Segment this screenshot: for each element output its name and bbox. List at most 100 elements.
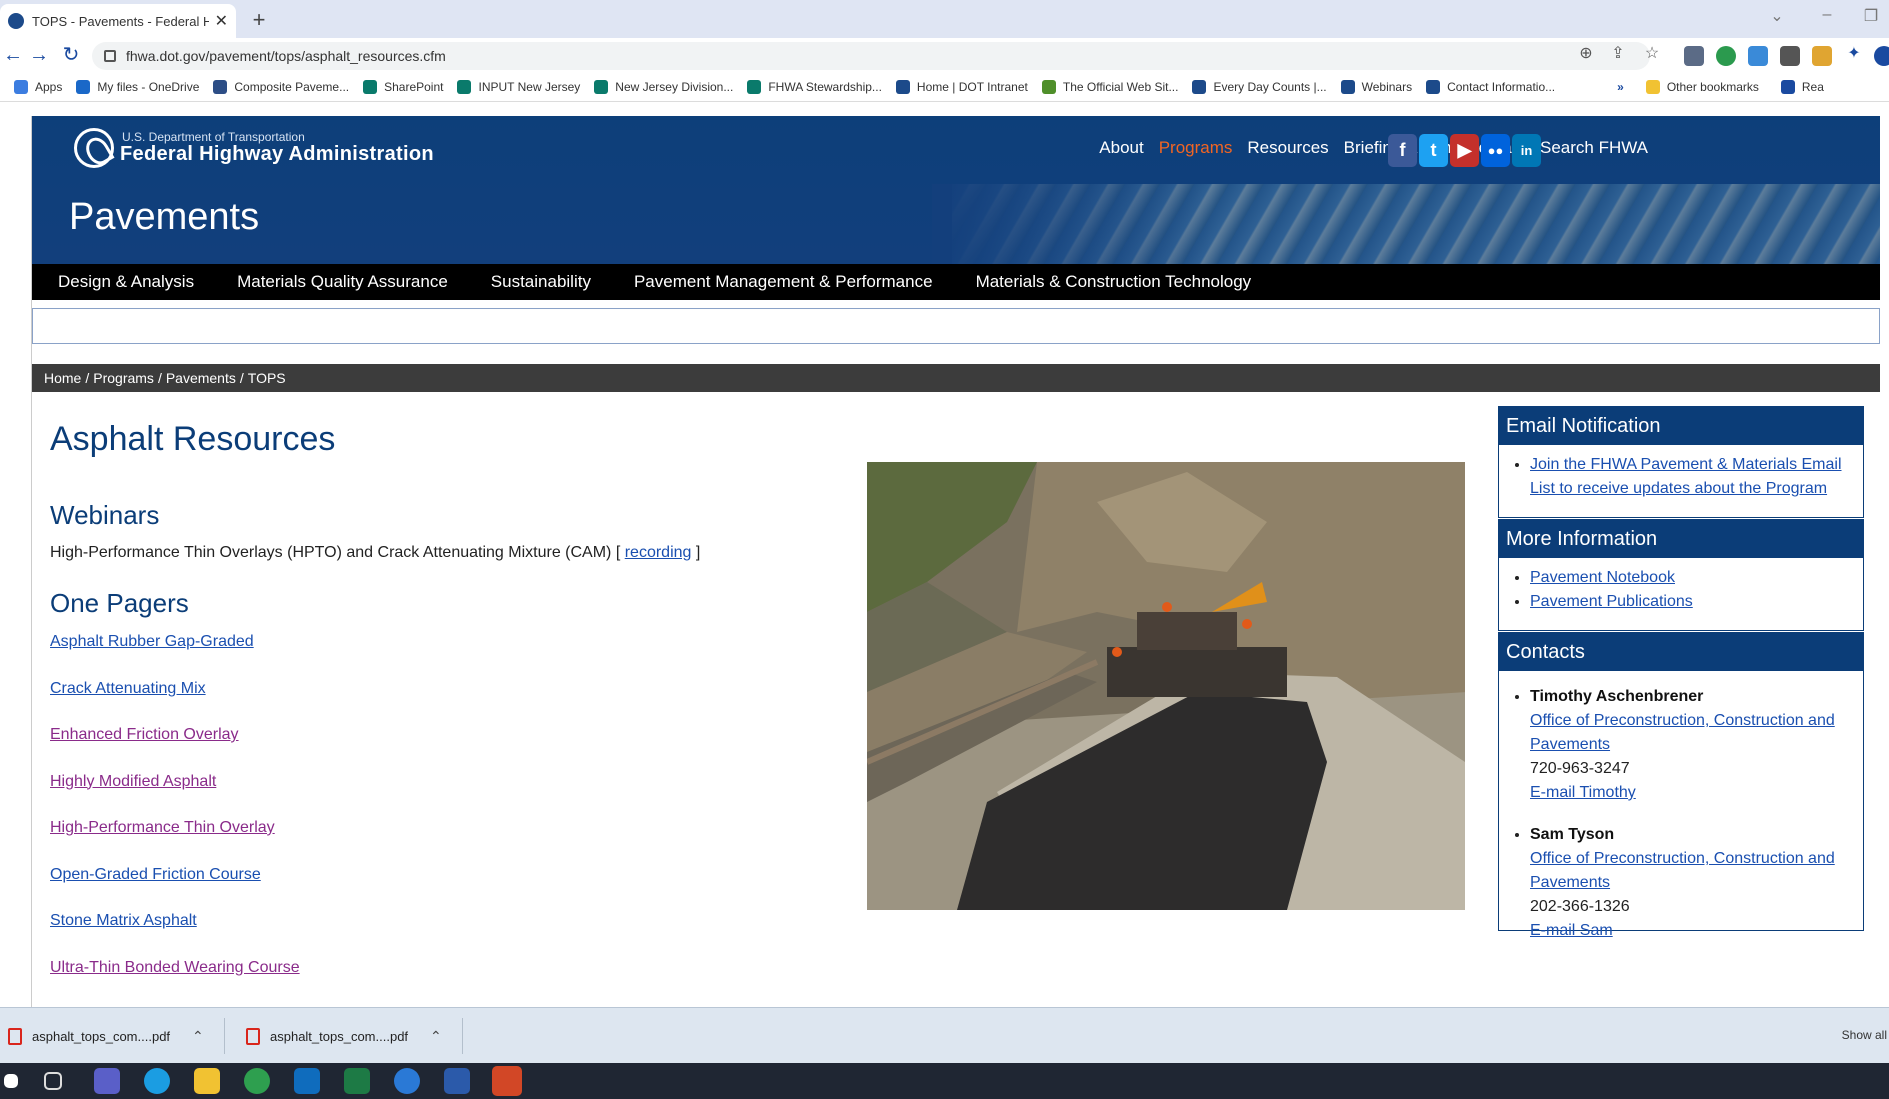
section-title: Pavements: [69, 196, 260, 238]
one-pager-link[interactable]: Ultra-Thin Bonded Wearing Course: [50, 959, 300, 977]
back-button[interactable]: ←: [0, 43, 26, 67]
extension-icon[interactable]: [1684, 46, 1704, 66]
powerpoint-icon[interactable]: [492, 1066, 522, 1096]
contact-email-link[interactable]: E-mail Sam: [1530, 919, 1857, 943]
tab-search-icon[interactable]: ⌄: [1762, 6, 1792, 26]
extensions-puzzle-icon[interactable]: ✦: [1842, 43, 1866, 63]
bookmark-item[interactable]: Every Day Counts |...: [1192, 79, 1327, 94]
breadcrumb-separator: /: [239, 370, 244, 386]
one-pager-link[interactable]: Highly Modified Asphalt: [50, 773, 216, 791]
breadcrumb-link[interactable]: Pavements: [166, 370, 236, 386]
recording-link[interactable]: recording: [625, 544, 692, 561]
bookmark-item[interactable]: The Official Web Sit...: [1041, 79, 1178, 94]
show-all-button[interactable]: Show all: [1842, 1028, 1887, 1042]
bookmark-item[interactable]: My files - OneDrive: [76, 79, 199, 94]
bookmark-item[interactable]: Home | DOT Intranet: [895, 79, 1028, 94]
chevron-up-icon[interactable]: ⌃: [430, 1028, 442, 1045]
one-pagers-heading: One Pagers: [50, 588, 189, 618]
main-nav-link[interactable]: Pavement Management & Performance: [634, 272, 933, 292]
edge-icon[interactable]: [144, 1068, 170, 1094]
zoom-icon[interactable]: ⊕: [1574, 43, 1598, 63]
profile-icon[interactable]: [1874, 46, 1889, 66]
more-information-link[interactable]: Pavement Publications: [1530, 593, 1693, 610]
main-nav-link[interactable]: Materials Quality Assurance: [237, 272, 448, 292]
bookmark-item[interactable]: FHWA Stewardship...: [747, 79, 882, 94]
breadcrumb-link[interactable]: TOPS: [248, 370, 286, 386]
extension-icon[interactable]: [1780, 46, 1800, 66]
internet-explorer-icon[interactable]: [394, 1068, 420, 1094]
bookmark-item[interactable]: Contact Informatio...: [1426, 79, 1555, 94]
reading-list-label: Rea: [1801, 79, 1824, 94]
top-nav-link[interactable]: Search FHWA: [1540, 138, 1648, 158]
one-pager-link[interactable]: Enhanced Friction Overlay: [50, 726, 239, 744]
contact-office-link[interactable]: Office of Preconstruction, Construction …: [1530, 709, 1857, 757]
facebook-icon[interactable]: f: [1388, 134, 1417, 167]
bookmark-item[interactable]: INPUT New Jersey: [457, 79, 580, 94]
minimize-button[interactable]: –: [1812, 6, 1842, 24]
excel-icon[interactable]: [344, 1068, 370, 1094]
dot-logo-icon[interactable]: [74, 128, 114, 168]
contact-phone: 202-366-1326: [1530, 898, 1630, 915]
one-pager-link[interactable]: Crack Attenuating Mix: [50, 680, 206, 698]
share-icon[interactable]: ⇪: [1606, 43, 1630, 63]
contact-email-link[interactable]: E-mail Timothy: [1530, 781, 1857, 805]
join-email-list-link[interactable]: Join the FHWA Pavement & Materials Email…: [1530, 456, 1842, 497]
file-explorer-icon[interactable]: [194, 1068, 220, 1094]
chrome-icon[interactable]: [244, 1068, 270, 1094]
restore-button[interactable]: ❐: [1856, 6, 1886, 26]
youtube-icon[interactable]: ▶: [1450, 134, 1479, 167]
teams-icon[interactable]: [94, 1068, 120, 1094]
extension-icon[interactable]: [1748, 46, 1768, 66]
one-pager-link[interactable]: Stone Matrix Asphalt: [50, 912, 197, 930]
main-nav-link[interactable]: Design & Analysis: [58, 272, 194, 292]
reading-list[interactable]: Rea: [1780, 79, 1824, 94]
word-icon[interactable]: [444, 1068, 470, 1094]
forward-button[interactable]: →: [26, 43, 52, 67]
task-view-icon[interactable]: [44, 1072, 62, 1090]
more-information-link[interactable]: Pavement Notebook: [1530, 569, 1675, 586]
other-bookmarks[interactable]: Other bookmarks: [1645, 79, 1759, 94]
address-bar[interactable]: fhwa.dot.gov/pavement/tops/asphalt_resou…: [92, 42, 1650, 70]
bookmark-item[interactable]: Composite Paveme...: [213, 79, 349, 94]
chevron-up-icon[interactable]: ⌃: [192, 1028, 204, 1045]
one-pager-link[interactable]: Asphalt Rubber Gap-Graded: [50, 633, 254, 651]
flickr-icon[interactable]: ●●: [1481, 134, 1510, 167]
download-item[interactable]: asphalt_tops_com....pdf ⌃: [8, 1020, 204, 1052]
one-pager-link[interactable]: Open-Graded Friction Course: [50, 866, 261, 884]
new-tab-button[interactable]: +: [246, 8, 272, 34]
download-item[interactable]: asphalt_tops_com....pdf ⌃: [246, 1020, 442, 1052]
extension-icon[interactable]: [1812, 46, 1832, 66]
bookmark-item[interactable]: SharePoint: [363, 79, 443, 94]
main-nav-link[interactable]: Materials & Construction Technology: [976, 272, 1252, 292]
browser-tab[interactable]: TOPS - Pavements - Federal High ✕: [0, 4, 236, 38]
bookmark-star-icon[interactable]: ☆: [1640, 43, 1664, 63]
folder-icon: [1645, 79, 1660, 94]
breadcrumb-link[interactable]: Home: [44, 370, 81, 386]
bookmarks-overflow-icon[interactable]: »: [1617, 80, 1624, 94]
bookmark-item[interactable]: Apps: [14, 79, 62, 94]
contacts-heading: Contacts: [1499, 633, 1863, 671]
agency-department[interactable]: U.S. Department of Transportation: [122, 130, 305, 144]
bookmark-item[interactable]: New Jersey Division...: [594, 79, 733, 94]
close-tab-icon[interactable]: ✕: [215, 11, 228, 31]
reload-button[interactable]: ↻: [58, 43, 84, 67]
divider: [224, 1018, 225, 1054]
outlook-icon[interactable]: [294, 1068, 320, 1094]
twitter-icon[interactable]: t: [1419, 134, 1448, 167]
top-nav-link[interactable]: Programs: [1159, 138, 1233, 158]
bookmark-item[interactable]: Webinars: [1340, 79, 1412, 94]
extension-icon[interactable]: [1716, 46, 1736, 66]
one-pager-link[interactable]: High-Performance Thin Overlay: [50, 819, 275, 837]
bookmarks-bar: Apps My files - OneDrive Composite Paveme.…: [0, 72, 1889, 102]
linkedin-icon[interactable]: in: [1512, 134, 1541, 167]
more-information-box: More Information Pavement NotebookPaveme…: [1498, 519, 1864, 631]
top-nav-link[interactable]: Resources: [1247, 138, 1328, 158]
agency-name[interactable]: Federal Highway Administration: [120, 143, 434, 166]
main-nav-link[interactable]: Sustainability: [491, 272, 591, 292]
download-filename: asphalt_tops_com....pdf: [270, 1028, 409, 1044]
contact-office-link[interactable]: Office of Preconstruction, Construction …: [1530, 847, 1857, 895]
breadcrumb-link[interactable]: Programs: [93, 370, 154, 386]
top-nav-link[interactable]: About: [1099, 138, 1143, 158]
site-container: U.S. Department of Transportation Federa…: [31, 116, 1880, 1007]
windows-start-icon[interactable]: [4, 1074, 18, 1088]
